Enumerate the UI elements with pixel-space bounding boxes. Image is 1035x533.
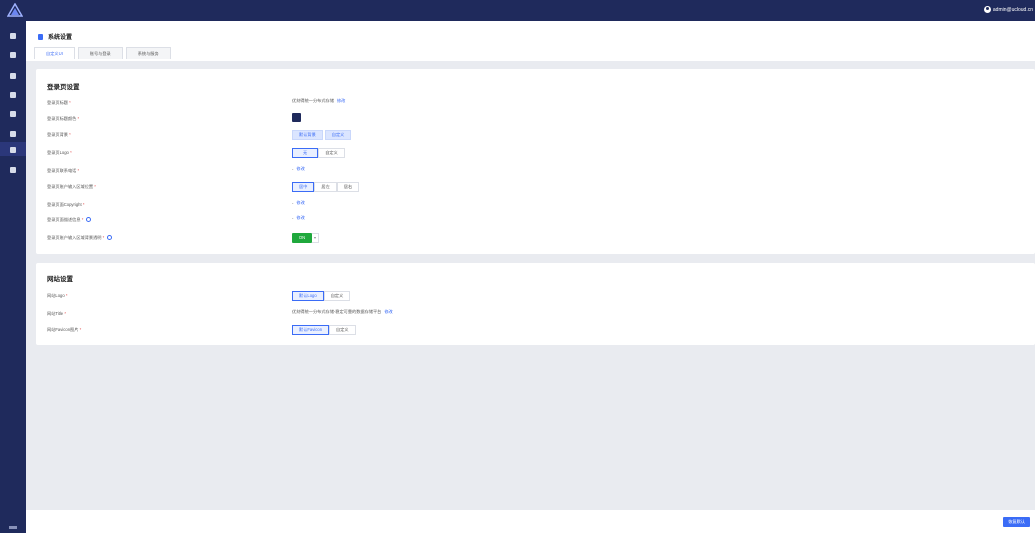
- folder-icon[interactable]: [10, 92, 16, 98]
- login-phone-value: -: [292, 166, 294, 172]
- reset-default-button[interactable]: 恢复默认: [1003, 517, 1030, 527]
- required-mark: *: [79, 327, 82, 332]
- no-logo-button[interactable]: 无: [292, 148, 319, 158]
- edit-login-title-link[interactable]: 修改: [337, 98, 345, 104]
- edit-login-phone-link[interactable]: 修改: [296, 166, 304, 172]
- login-copyright-row: 登录页面Copyright * - 修改: [47, 199, 947, 211]
- required-mark: *: [77, 168, 80, 173]
- required-mark: *: [82, 202, 85, 207]
- position-center-button[interactable]: 居中: [292, 182, 315, 192]
- login-title-color-row: 登录页标题颜色 *: [47, 113, 947, 125]
- site-logo-row: 网站Logo * 默认Logo 自定义: [47, 290, 947, 302]
- help-icon[interactable]: [86, 217, 92, 223]
- dashboard-icon[interactable]: [10, 33, 16, 39]
- list-icon[interactable]: [10, 131, 16, 137]
- default-background-button[interactable]: 默认背景: [292, 130, 323, 140]
- login-phone-label: 登录页联系电话: [47, 168, 77, 173]
- login-copyright-value: -: [292, 200, 294, 206]
- login-section-title: 登录页设置: [47, 84, 80, 91]
- site-section-title: 网站设置: [47, 276, 73, 283]
- user-icon[interactable]: [10, 52, 16, 58]
- edit-site-title-link[interactable]: 修改: [384, 309, 392, 315]
- collapse-sidebar-icon[interactable]: [9, 526, 17, 529]
- document-icon[interactable]: [10, 111, 16, 117]
- tab-bar: 自定义UI 账号与登录 系统与服务: [34, 47, 174, 59]
- custom-background-button[interactable]: 自定义: [324, 130, 352, 140]
- edit-login-description-link[interactable]: 修改: [296, 215, 304, 221]
- page-title-text: 系统设置: [48, 35, 73, 41]
- storage-icon[interactable]: [10, 73, 16, 79]
- settings-page-icon: [38, 33, 43, 40]
- required-mark: *: [94, 184, 96, 189]
- settings-icon[interactable]: [10, 147, 16, 153]
- custom-favicon-button[interactable]: 自定义: [329, 325, 356, 335]
- site-settings-card: 网站设置 网站Logo * 默认Logo 自定义 网站Title * 优刻得统一分…: [36, 263, 1035, 345]
- user-menu[interactable]: admin@ucloud.cn: [983, 6, 1033, 13]
- user-email: admin@ucloud.cn: [992, 6, 1033, 13]
- login-phone-row: 登录页联系电话 * - 修改: [47, 165, 947, 177]
- required-mark: *: [69, 132, 71, 137]
- avatar-icon: [983, 6, 991, 13]
- site-favicon-row: 网站Favicon图片 * 默认Favicon 自定义: [47, 324, 947, 336]
- login-input-position-label: 登录页账户输入区域位置: [47, 184, 94, 189]
- page-title: 系统设置: [38, 32, 72, 41]
- custom-site-logo-button[interactable]: 自定义: [323, 291, 351, 301]
- required-mark: *: [69, 100, 71, 105]
- toggle-on-label[interactable]: ON: [292, 233, 312, 243]
- login-logo-label: 登录页Logo: [47, 150, 69, 155]
- required-mark: *: [102, 235, 105, 240]
- login-copyright-label: 登录页面Copyright: [47, 202, 82, 207]
- page-header: 系统设置 自定义UI 账号与登录 系统与服务: [26, 21, 1035, 61]
- site-title-label: 网站Title: [47, 311, 64, 316]
- login-title-row: 登录页标题 * 优刻得统一分布式存储 修改: [47, 97, 947, 109]
- login-input-position-row: 登录页账户输入区域位置 * 居中 居左 居右: [47, 181, 947, 193]
- login-transparent-label: 登录页账户输入区域背景透明: [47, 235, 102, 240]
- login-settings-card: 登录页设置 登录页标题 * 优刻得统一分布式存储 修改 登录页标题颜色 * 登录页…: [36, 69, 1035, 254]
- required-mark: *: [77, 116, 80, 121]
- required-mark: *: [81, 217, 84, 222]
- custom-logo-button[interactable]: 自定义: [318, 148, 345, 158]
- triangle-logo-icon[interactable]: [7, 3, 23, 17]
- tab-account-login[interactable]: 账号与登录: [77, 47, 123, 59]
- edit-login-copyright-link[interactable]: 修改: [296, 200, 304, 206]
- help-icon[interactable]: [107, 235, 113, 241]
- chevron-down-icon[interactable]: [312, 233, 319, 243]
- login-title-color-label: 登录页标题颜色: [47, 116, 77, 121]
- login-title-value: 优刻得统一分布式存储: [292, 98, 334, 103]
- required-mark: *: [64, 311, 66, 316]
- login-background-label: 登录页背景: [47, 132, 68, 137]
- login-title-label: 登录页标题: [47, 100, 68, 105]
- position-right-button[interactable]: 居右: [336, 182, 360, 192]
- site-title-row: 网站Title * 优刻得统一分布式存储-稳定可靠的数据存储平台 修改: [47, 308, 947, 320]
- color-swatch[interactable]: [292, 113, 301, 122]
- report-icon[interactable]: [10, 167, 16, 173]
- transparent-toggle[interactable]: ON: [292, 233, 319, 243]
- login-background-row: 登录页背景 * 默认背景 自定义: [47, 129, 947, 141]
- required-mark: *: [70, 150, 72, 155]
- login-description-value: -: [292, 215, 294, 221]
- login-description-label: 登录页面描述信息: [47, 217, 81, 222]
- site-favicon-label: 网站Favicon图片: [47, 327, 79, 332]
- page-footer: 恢复默认: [26, 510, 1035, 533]
- tab-custom-ui[interactable]: 自定义UI: [34, 47, 75, 59]
- top-bar: admin@ucloud.cn: [0, 0, 1035, 21]
- site-title-value: 优刻得统一分布式存储-稳定可靠的数据存储平台: [292, 309, 382, 314]
- tab-system-service[interactable]: 系统与服务: [125, 47, 171, 59]
- login-logo-row: 登录页Logo * 无自定义: [47, 147, 947, 159]
- login-transparent-row: 登录页账户输入区域背景透明 * ON: [47, 232, 947, 244]
- default-logo-button[interactable]: 默认Logo: [292, 291, 324, 301]
- sidebar: [0, 21, 26, 533]
- site-logo-label: 网站Logo: [47, 293, 65, 298]
- position-left-button[interactable]: 居左: [314, 182, 337, 192]
- required-mark: *: [65, 293, 68, 298]
- default-favicon-button[interactable]: 默认Favicon: [292, 325, 330, 335]
- login-description-row: 登录页面描述信息 * - 修改: [47, 214, 947, 226]
